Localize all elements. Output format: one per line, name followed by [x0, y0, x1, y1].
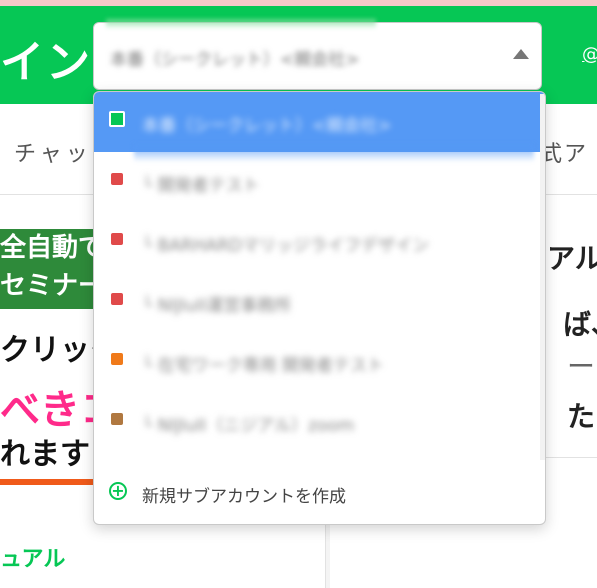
account-color-icon: [109, 111, 125, 127]
right-heading: アル: [547, 242, 597, 275]
account-option[interactable]: └ 開発者テスト: [94, 152, 545, 212]
account-option-label: 本番（シークレット）<親会社>: [142, 116, 392, 136]
account-select[interactable]: 本番（シークレット）<親会社>: [93, 19, 542, 90]
create-subaccount-button[interactable]: + 新規サブアカウントを作成: [94, 464, 545, 524]
plus-circle-icon: +: [109, 482, 127, 500]
account-option[interactable]: 本番（シークレット）<親会社>: [94, 92, 545, 152]
brand-logo: イン: [0, 37, 92, 88]
right-text-3: たり: [567, 400, 597, 433]
banner-text-3: れます: [0, 437, 90, 472]
account-option[interactable]: └ BARHARDマリッジライフデザイン: [94, 212, 545, 272]
manual-link[interactable]: ュアル: [0, 541, 65, 573]
chevron-up-icon[interactable]: [513, 49, 529, 59]
tab-official[interactable]: 式ア: [540, 136, 588, 168]
account-option-label: └ 在宅ワーク専用 開発者テスト: [142, 356, 385, 376]
account-color-icon: [111, 233, 123, 245]
account-option-label: └ BARHARDマリッジライフデザイン: [142, 236, 430, 256]
right-text-1: ば、: [563, 308, 597, 341]
account-option[interactable]: └ NIJIuII（ニジアル）zoom: [94, 392, 545, 452]
right-text-2: ー: [567, 350, 596, 383]
account-option-label: └ NIJIuII運営事務所: [142, 296, 292, 316]
account-color-icon: [111, 353, 123, 365]
dropdown-scrollbar[interactable]: [540, 94, 545, 460]
tab-chat[interactable]: チャッ: [14, 136, 92, 168]
create-subaccount-label: 新規サブアカウントを作成: [142, 487, 346, 507]
account-color-icon: [111, 413, 123, 425]
top-accent-line: [0, 0, 597, 6]
account-option-label: └ 開発者テスト: [142, 176, 260, 196]
account-dropdown: 本番（シークレット）<親会社> └ 開発者テスト └ BARHARDマリッジライ…: [93, 91, 546, 525]
account-color-icon: [111, 293, 123, 305]
account-select-value: 本番（シークレット）<親会社>: [110, 50, 360, 70]
select-highlight: [106, 19, 376, 29]
account-option[interactable]: └ 在宅ワーク専用 開発者テスト: [94, 332, 545, 392]
header-link[interactable]: @: [582, 44, 597, 65]
account-option-list: 本番（シークレット）<親会社> └ 開発者テスト └ BARHARDマリッジライ…: [94, 92, 545, 464]
account-option[interactable]: └ NIJIuII運営事務所: [94, 272, 545, 332]
account-option-label: └ NIJIuII（ニジアル）zoom: [142, 416, 355, 436]
account-color-icon: [111, 173, 123, 185]
